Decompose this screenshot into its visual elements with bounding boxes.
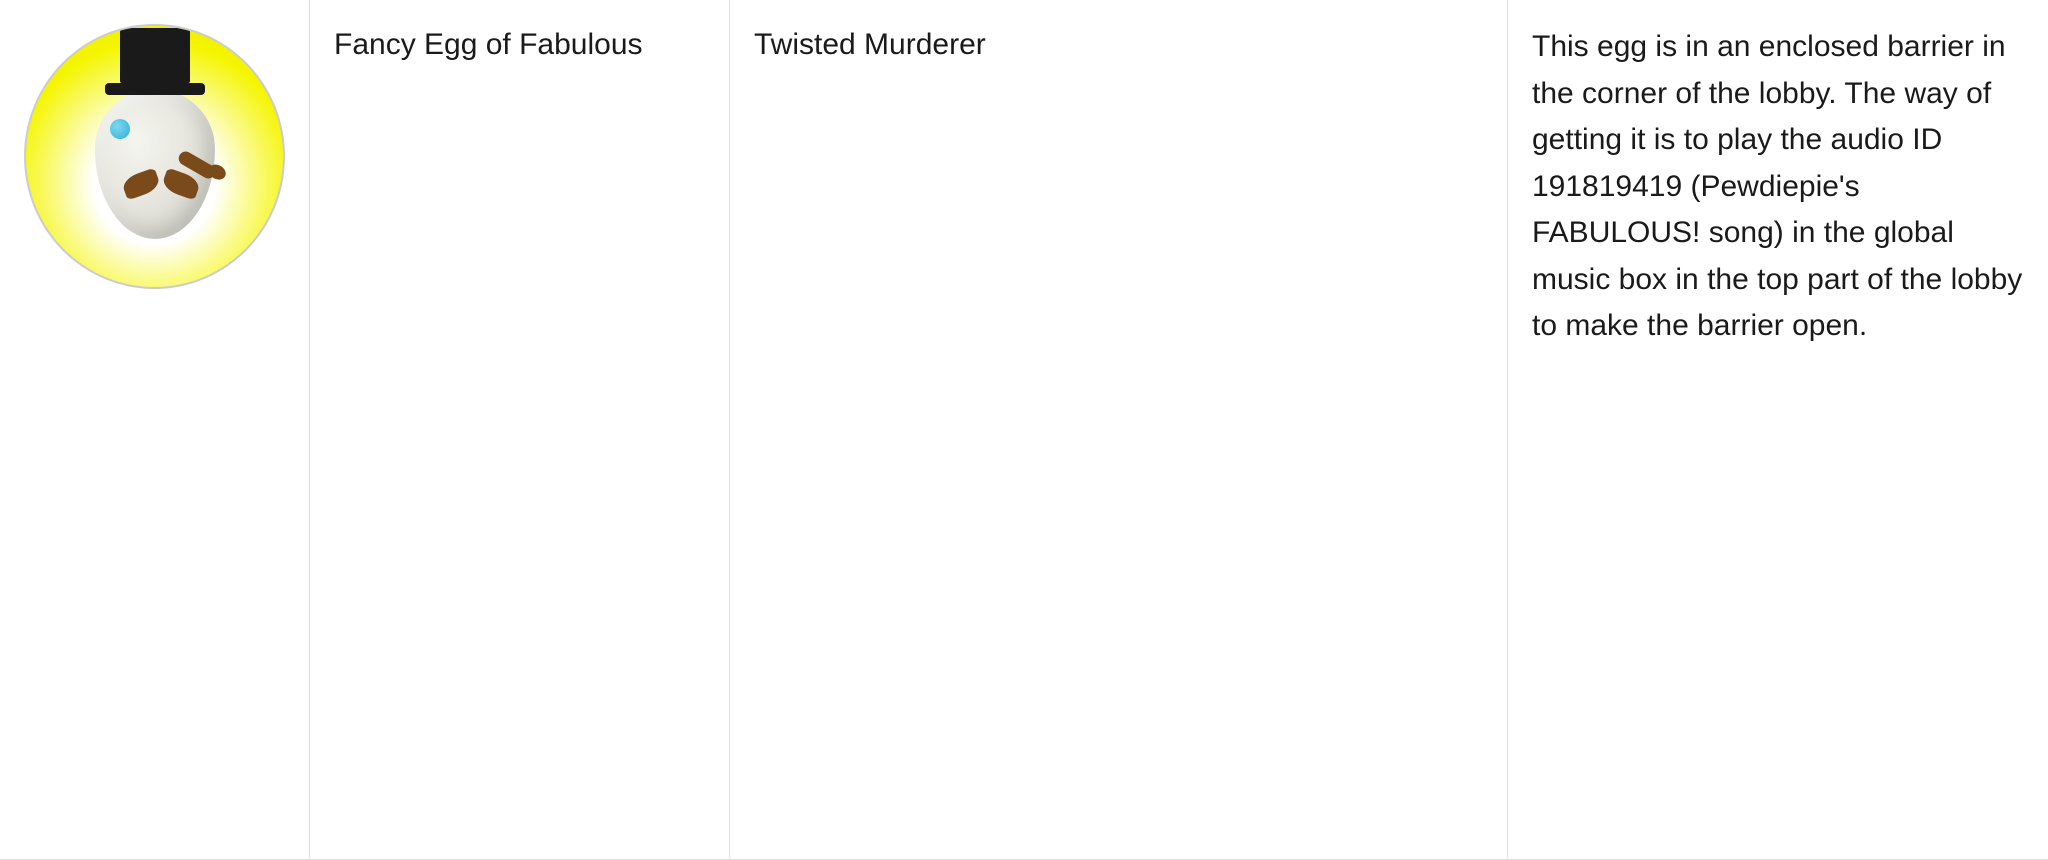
hat-top-icon — [120, 28, 190, 83]
egg-name-text: Fancy Egg of Fabulous — [334, 24, 643, 66]
description-text: This egg is in an enclosed barrier in th… — [1532, 24, 2024, 350]
game-name-text: Twisted Murderer — [754, 24, 986, 66]
egg-image — [24, 24, 285, 289]
cell-description: This egg is in an enclosed barrier in th… — [1508, 0, 2048, 859]
cell-egg-name: Fancy Egg of Fabulous — [310, 0, 730, 859]
gem-icon — [110, 119, 130, 139]
cell-game-name: Twisted Murderer — [730, 0, 1508, 859]
hat-brim-icon — [105, 83, 205, 95]
mustache-icon — [123, 173, 199, 195]
table-row: Fancy Egg of Fabulous Twisted Murderer T… — [0, 0, 2048, 860]
cell-image — [0, 0, 310, 859]
